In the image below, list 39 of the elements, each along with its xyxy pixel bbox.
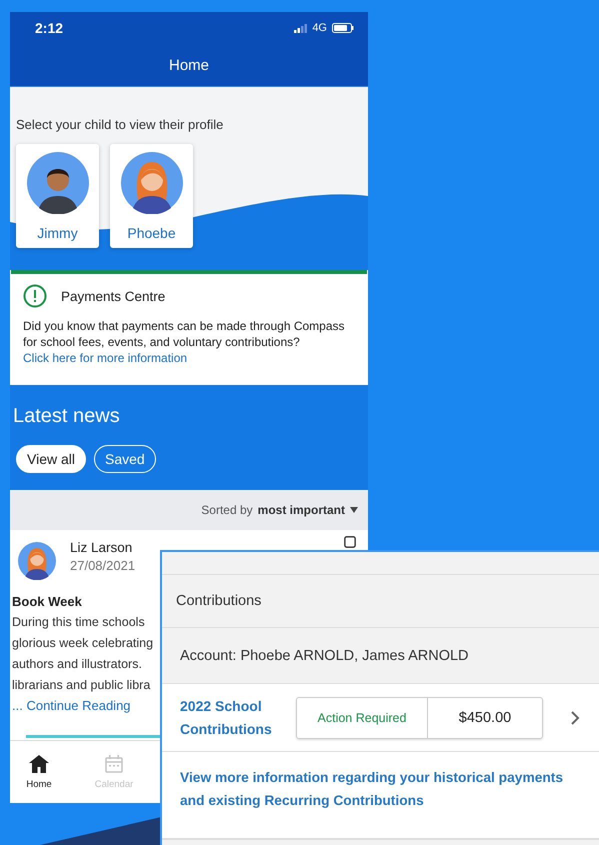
person-avatar-icon [26,152,88,214]
signal-icon [294,24,308,32]
section-title: Latest news [13,405,121,428]
child-name: Jimmy [37,225,78,241]
status-time: 2:12 [35,20,64,36]
person-avatar-icon [18,542,56,580]
account-names: Account: Phoebe ARNOLD, James ARNOLD [180,648,469,664]
child-profile-card[interactable]: Phoebe [110,144,193,248]
child-name: Phoebe [127,225,176,241]
payments-title: Payments Centre [61,288,166,304]
panel-title: Contributions [176,593,262,609]
payments-info-text: Did you know that payments can be made through Compass for school fees, events, and voluntary contributions? Click here for more information [23,318,346,366]
amount-text: $450.00 [458,708,512,728]
post-author: Liz Larson [70,540,134,555]
network-label: 4G [312,22,327,34]
calendar-icon [105,754,123,772]
alert-icon [23,284,47,308]
contribution-name: 2022 School Contributions [180,696,273,738]
home-icon [29,754,49,772]
continue-reading-link[interactable]: ... Continue Reading [12,698,131,713]
more-info-link[interactable]: Click here for more information [23,351,188,365]
chevron-right-icon [570,710,580,726]
post-excerpt: During this time schools glorious week celebrating authors and illustrators. librarians and public libra [12,614,154,694]
caret-icon[interactable] [350,507,358,513]
header-title: Home [168,56,209,74]
status-text: Action Required [297,698,428,738]
post-date: 27/08/2021 [70,558,136,573]
child-profile-card[interactable]: Jimmy [16,144,99,248]
square-icon[interactable] [344,536,356,548]
filter-chip[interactable]: Saved [94,445,156,473]
post-title: Book Week [12,594,82,609]
battery-icon [332,23,354,33]
child-select-prompt: Select your child to view their profile [16,117,224,132]
filter-chip[interactable]: View all [16,445,86,473]
nav-tab[interactable]: Home [10,741,68,803]
person-avatar-icon [120,152,182,214]
sort-dropdown[interactable]: most important [258,503,345,517]
sort-label: Sorted by [201,503,253,517]
contribution-row[interactable]: 2022 School Contributions Action Required $450.00 [162,684,599,752]
